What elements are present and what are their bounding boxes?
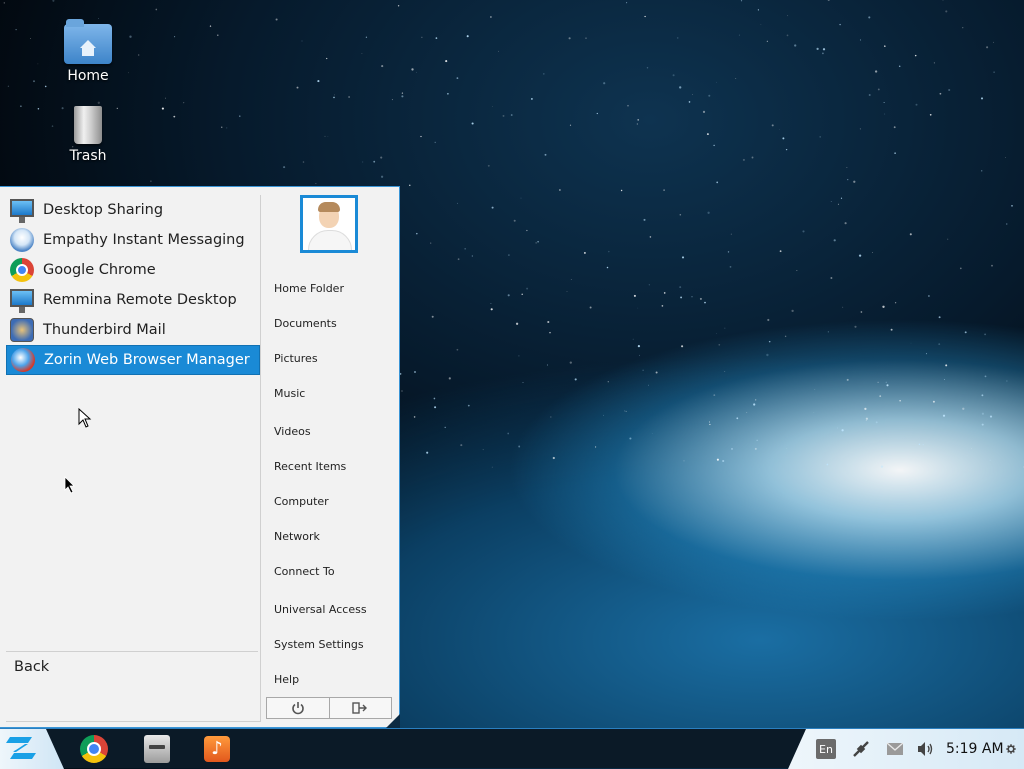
logout-icon: [352, 702, 368, 714]
desktop-trash-icon[interactable]: Trash: [48, 106, 128, 164]
start-menu: Desktop Sharing Empathy Instant Messagin…: [0, 186, 400, 728]
place-help[interactable]: Help: [274, 673, 299, 686]
remmina-icon: [10, 289, 34, 307]
app-list: Desktop Sharing Empathy Instant Messagin…: [6, 195, 261, 722]
back-divider: [6, 651, 258, 652]
network-icon[interactable]: [848, 729, 874, 769]
power-button[interactable]: [267, 698, 329, 718]
keyboard-language-indicator[interactable]: En: [816, 739, 836, 759]
app-item-thunderbird[interactable]: Thunderbird Mail: [6, 315, 260, 345]
mouse-cursor-icon: [78, 408, 92, 428]
app-label: Thunderbird Mail: [43, 322, 166, 338]
app-label: Google Chrome: [43, 262, 156, 278]
app-label: Zorin Web Browser Manager: [44, 352, 250, 368]
place-network[interactable]: Network: [274, 530, 320, 543]
place-home-folder[interactable]: Home Folder: [274, 282, 344, 295]
trash-icon: [74, 106, 102, 144]
places-panel: Home Folder Documents Pictures Music Vid…: [266, 195, 394, 721]
place-recent-items[interactable]: Recent Items: [274, 460, 346, 473]
clock[interactable]: 5:19 AM: [946, 729, 1004, 769]
gear-icon[interactable]: [1006, 729, 1016, 769]
place-pictures[interactable]: Pictures: [274, 352, 318, 365]
place-videos[interactable]: Videos: [274, 425, 311, 438]
desktop-icon-label: Trash: [70, 148, 107, 164]
user-avatar[interactable]: [300, 195, 358, 253]
home-folder-icon: [64, 24, 112, 64]
chrome-icon: [10, 258, 34, 282]
app-label: Desktop Sharing: [43, 202, 163, 218]
taskbar-chrome-icon[interactable]: [80, 735, 108, 763]
app-label: Empathy Instant Messaging: [43, 232, 245, 248]
app-item-google-chrome[interactable]: Google Chrome: [6, 255, 260, 285]
logout-button[interactable]: [329, 698, 392, 718]
desktop-icon-label: Home: [67, 68, 108, 84]
taskbar-music-player-icon[interactable]: ♪: [204, 736, 230, 762]
place-documents[interactable]: Documents: [274, 317, 337, 330]
mouse-cursor-icon: [64, 476, 76, 494]
back-button[interactable]: Back: [14, 659, 49, 675]
taskbar: ♪ En 5:19 AM: [0, 728, 1024, 768]
place-connect-to[interactable]: Connect To: [274, 565, 335, 578]
volume-icon[interactable]: [912, 729, 938, 769]
place-music[interactable]: Music: [274, 387, 305, 400]
app-label: Remmina Remote Desktop: [43, 292, 237, 308]
system-tray: En 5:19 AM: [788, 729, 1024, 769]
place-universal-access[interactable]: Universal Access: [274, 603, 367, 616]
app-item-remmina[interactable]: Remmina Remote Desktop: [6, 285, 260, 315]
thunderbird-icon: [10, 318, 34, 342]
power-icon: [291, 701, 305, 715]
zorin-web-browser-manager-icon: [11, 348, 35, 372]
session-buttons: [266, 697, 392, 719]
menu-corner: [386, 714, 400, 728]
place-computer[interactable]: Computer: [274, 495, 329, 508]
desktop-sharing-icon: [10, 199, 34, 217]
zorin-logo-icon: [4, 735, 38, 761]
app-item-zorin-web-browser-manager[interactable]: Zorin Web Browser Manager: [6, 345, 260, 375]
desktop-home-icon[interactable]: Home: [48, 24, 128, 84]
app-item-empathy[interactable]: Empathy Instant Messaging: [6, 225, 260, 255]
empathy-icon: [10, 228, 34, 252]
taskbar-files-icon[interactable]: [144, 735, 170, 763]
start-button[interactable]: [0, 729, 64, 769]
app-item-desktop-sharing[interactable]: Desktop Sharing: [6, 195, 260, 225]
mail-icon[interactable]: [882, 729, 908, 769]
place-system-settings[interactable]: System Settings: [274, 638, 364, 651]
